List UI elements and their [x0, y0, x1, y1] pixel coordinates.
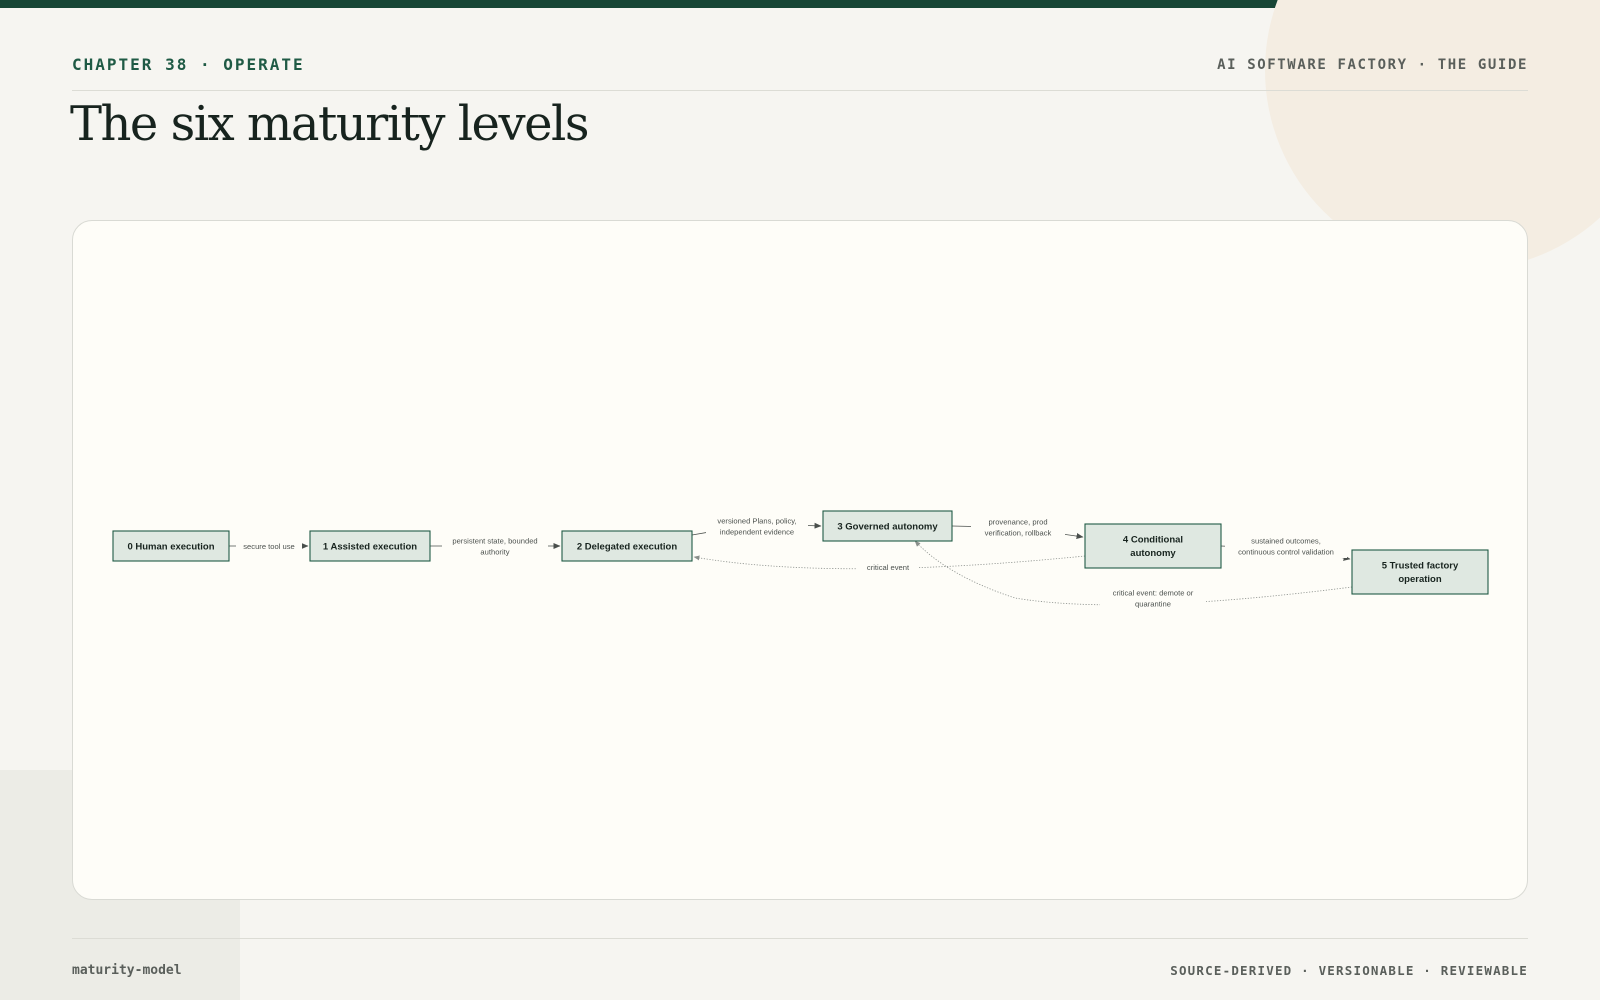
footer-tagline: SOURCE-DERIVED · VERSIONABLE · REVIEWABL…: [1170, 963, 1528, 978]
edge-label-line: secure tool use: [243, 542, 295, 551]
node-box: [1351, 549, 1489, 595]
node-4-conditional-autonomy: 4 Conditional autonomy: [1084, 523, 1222, 569]
node-label-line: 0 Human execution: [127, 541, 214, 552]
node-5-trusted-factory-operation: 5 Trusted factory operation: [1351, 549, 1489, 595]
footer-divider: [72, 938, 1528, 939]
node-label-line: 3 Governed autonomy: [837, 521, 938, 532]
header-divider: [72, 90, 1528, 91]
edge-label-line: authority: [480, 547, 509, 556]
node-label: 0 Human execution: [127, 541, 214, 552]
edge-label-critical-event: critical event: [867, 563, 910, 572]
edge-label-line: provenance, prod: [988, 517, 1047, 526]
edge-label-secure-tool-use: secure tool use: [243, 542, 295, 551]
edge-label-line: persistent state, bounded: [452, 536, 537, 545]
edge-label-line: critical event: demote or: [1113, 588, 1194, 597]
guide-brand: AI SOFTWARE FACTORY · THE GUIDE: [1217, 57, 1528, 73]
node-label: 1 Assisted execution: [323, 541, 417, 552]
node-label-line: 5 Trusted factory: [1382, 561, 1459, 572]
edge-label-line: independent evidence: [720, 527, 794, 536]
node-box: [1084, 523, 1222, 569]
node-label: 3 Governed autonomy: [837, 521, 938, 532]
node-label-line: operation: [1398, 574, 1441, 585]
diagram-card: secure tool use persistent state, bounded…: [72, 220, 1528, 900]
node-label-line: 1 Assisted execution: [323, 541, 417, 552]
footer-slug: maturity-model: [72, 963, 182, 978]
node-label: 2 Delegated execution: [577, 541, 678, 552]
edge-label-line: verification, rollback: [985, 528, 1052, 537]
edge-label-line: quarantine: [1135, 599, 1171, 608]
edge-label-line: versioned Plans, policy,: [717, 516, 796, 525]
node-label-line: 4 Conditional: [1123, 535, 1183, 546]
node-3-governed-autonomy: 3 Governed autonomy: [822, 510, 953, 542]
page-title: The six maturity levels: [70, 96, 589, 152]
chapter-eyebrow: CHAPTER 38 · OPERATE: [72, 55, 305, 74]
maturity-flow-diagram: secure tool use persistent state, bounded…: [112, 510, 1489, 610]
node-label-line: autonomy: [1130, 548, 1176, 559]
node-label-line: 2 Delegated execution: [577, 541, 678, 552]
node-2-delegated-execution: 2 Delegated execution: [561, 530, 693, 562]
edge-label-line: critical event: [867, 563, 910, 572]
edge-label-line: continuous control validation: [1238, 547, 1334, 556]
node-0-human-execution: 0 Human execution: [112, 530, 230, 562]
edge-label-line: sustained outcomes,: [1251, 536, 1321, 545]
node-1-assisted-execution: 1 Assisted execution: [309, 530, 431, 562]
